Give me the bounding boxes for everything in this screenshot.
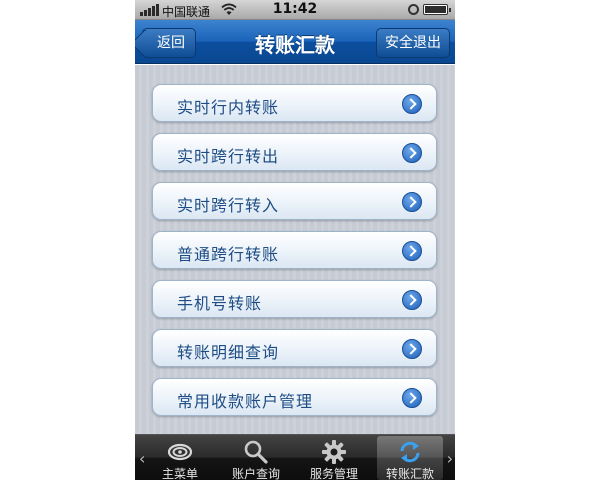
- menu-item-label: 手机号转账: [177, 294, 263, 313]
- phone-screen: 中国联通 11:42 返回 转账汇款 安全退出 实时行内转账 实时跨行转出 实时…: [135, 0, 455, 480]
- status-time: 11:42: [272, 1, 318, 17]
- tab-main-menu[interactable]: 主菜单: [147, 436, 213, 480]
- chevron-right-icon: [402, 143, 422, 163]
- menu-item-label: 转账明细查询: [177, 343, 280, 362]
- tab-label: 服务管理: [309, 467, 358, 480]
- search-icon: [244, 440, 268, 464]
- refresh-icon: [400, 441, 420, 463]
- status-bar: 中国联通 11:42: [135, 0, 455, 20]
- tab-bar: ‹ 主菜单 账户查询 服务管理 转账汇款 ›: [135, 434, 455, 480]
- tab-label: 账户查询: [231, 467, 280, 480]
- menu-item-intrabank-transfer[interactable]: 实时行内转账: [152, 84, 437, 122]
- menu-list: 实时行内转账 实时跨行转出 实时跨行转入 普通跨行转账 手机号转账 转账明细查询…: [135, 65, 455, 434]
- menu-item-label: 常用收款账户管理: [177, 392, 314, 411]
- tab-label: 转账汇款: [385, 467, 434, 480]
- tab-account-inquiry[interactable]: 账户查询: [223, 436, 289, 480]
- tab-transfer-remittance[interactable]: 转账汇款: [377, 436, 443, 480]
- swirl-icon: [167, 443, 193, 461]
- menu-item-standard-interbank-transfer[interactable]: 普通跨行转账: [152, 231, 437, 269]
- logout-button[interactable]: 安全退出: [376, 28, 450, 58]
- chevron-right-icon: [402, 192, 422, 212]
- chevron-right-icon: [402, 388, 422, 408]
- tab-label: 主菜单: [161, 467, 198, 480]
- menu-item-interbank-transfer-in[interactable]: 实时跨行转入: [152, 182, 437, 220]
- tab-scroll-left-icon[interactable]: ‹: [139, 449, 145, 468]
- menu-item-interbank-transfer-out[interactable]: 实时跨行转出: [152, 133, 437, 171]
- battery-icon: [423, 4, 451, 15]
- menu-item-transfer-history[interactable]: 转账明细查询: [152, 329, 437, 367]
- tab-scroll-right-icon[interactable]: ›: [447, 449, 453, 468]
- menu-item-label: 实时行内转账: [177, 98, 280, 117]
- menu-item-phone-transfer[interactable]: 手机号转账: [152, 280, 437, 318]
- chevron-right-icon: [402, 241, 422, 261]
- menu-item-label: 实时跨行转出: [177, 147, 280, 166]
- chevron-right-icon: [402, 94, 422, 114]
- tab-service-management[interactable]: 服务管理: [301, 436, 367, 480]
- chevron-right-icon: [402, 290, 422, 310]
- orientation-lock-icon: [408, 4, 419, 15]
- menu-item-payee-management[interactable]: 常用收款账户管理: [152, 378, 437, 416]
- navigation-bar: 返回 转账汇款 安全退出: [135, 20, 455, 64]
- gear-icon: [322, 440, 346, 464]
- menu-item-label: 实时跨行转入: [177, 196, 280, 215]
- menu-item-label: 普通跨行转账: [177, 245, 280, 264]
- chevron-right-icon: [402, 339, 422, 359]
